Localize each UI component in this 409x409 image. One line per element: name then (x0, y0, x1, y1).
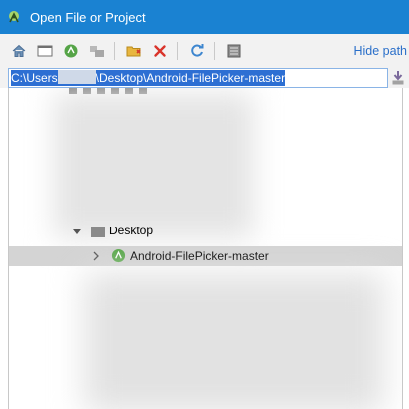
refresh-button[interactable] (186, 40, 208, 62)
title-bar: Open File or Project (0, 0, 409, 34)
home-icon (12, 44, 26, 57)
path-input[interactable]: C:\Users \Desktop\Android-FilePicker-mast… (8, 68, 388, 88)
new-folder-icon (126, 46, 141, 57)
path-row: C:\Users \Desktop\Android-FilePicker-mast… (0, 68, 409, 88)
folder-icon (91, 227, 105, 237)
new-folder-button[interactable] (123, 40, 145, 62)
android-studio-icon (9, 11, 19, 23)
delete-button[interactable] (149, 40, 171, 62)
module-icon (90, 46, 104, 57)
project-icon (64, 44, 78, 58)
collapsed-arrow-icon[interactable] (91, 251, 101, 261)
path-text: C:\Users \Desktop\Android-FilePicker-mast… (11, 70, 286, 86)
blurred-area (54, 93, 254, 238)
toolbar: Hide path (0, 34, 409, 68)
path-prefix: C:\Users (11, 71, 58, 85)
browse-path-icon[interactable] (391, 70, 405, 86)
redacted-username (57, 70, 96, 84)
delete-icon (154, 45, 166, 57)
toolbar-separator (114, 42, 115, 60)
blurred-area (84, 273, 384, 409)
path-suffix: \Desktop\Android-FilePicker-master (95, 71, 286, 85)
hide-path-link[interactable]: Hide path (353, 44, 407, 58)
show-hidden-button[interactable] (223, 40, 245, 62)
tree-row-desktop[interactable]: Desktop (9, 227, 402, 239)
home-button[interactable] (8, 40, 30, 62)
file-tree[interactable]: Desktop Android-FilePicker-master (8, 88, 403, 409)
window-title: Open File or Project (30, 9, 146, 25)
desktop-icon (37, 45, 53, 57)
show-hidden-icon (227, 44, 241, 58)
toolbar-separator (177, 42, 178, 60)
desktop-button[interactable] (34, 40, 56, 62)
tree-label-selected: Android-FilePicker-master (130, 249, 269, 263)
android-project-icon (111, 248, 126, 263)
module-button[interactable] (86, 40, 108, 62)
tree-row-selected[interactable]: Android-FilePicker-master (9, 246, 402, 266)
tree-label-desktop: Desktop (109, 227, 154, 237)
project-button[interactable] (60, 40, 82, 62)
expanded-arrow-icon[interactable] (72, 227, 82, 237)
refresh-icon (191, 44, 204, 57)
toolbar-separator (214, 42, 215, 60)
